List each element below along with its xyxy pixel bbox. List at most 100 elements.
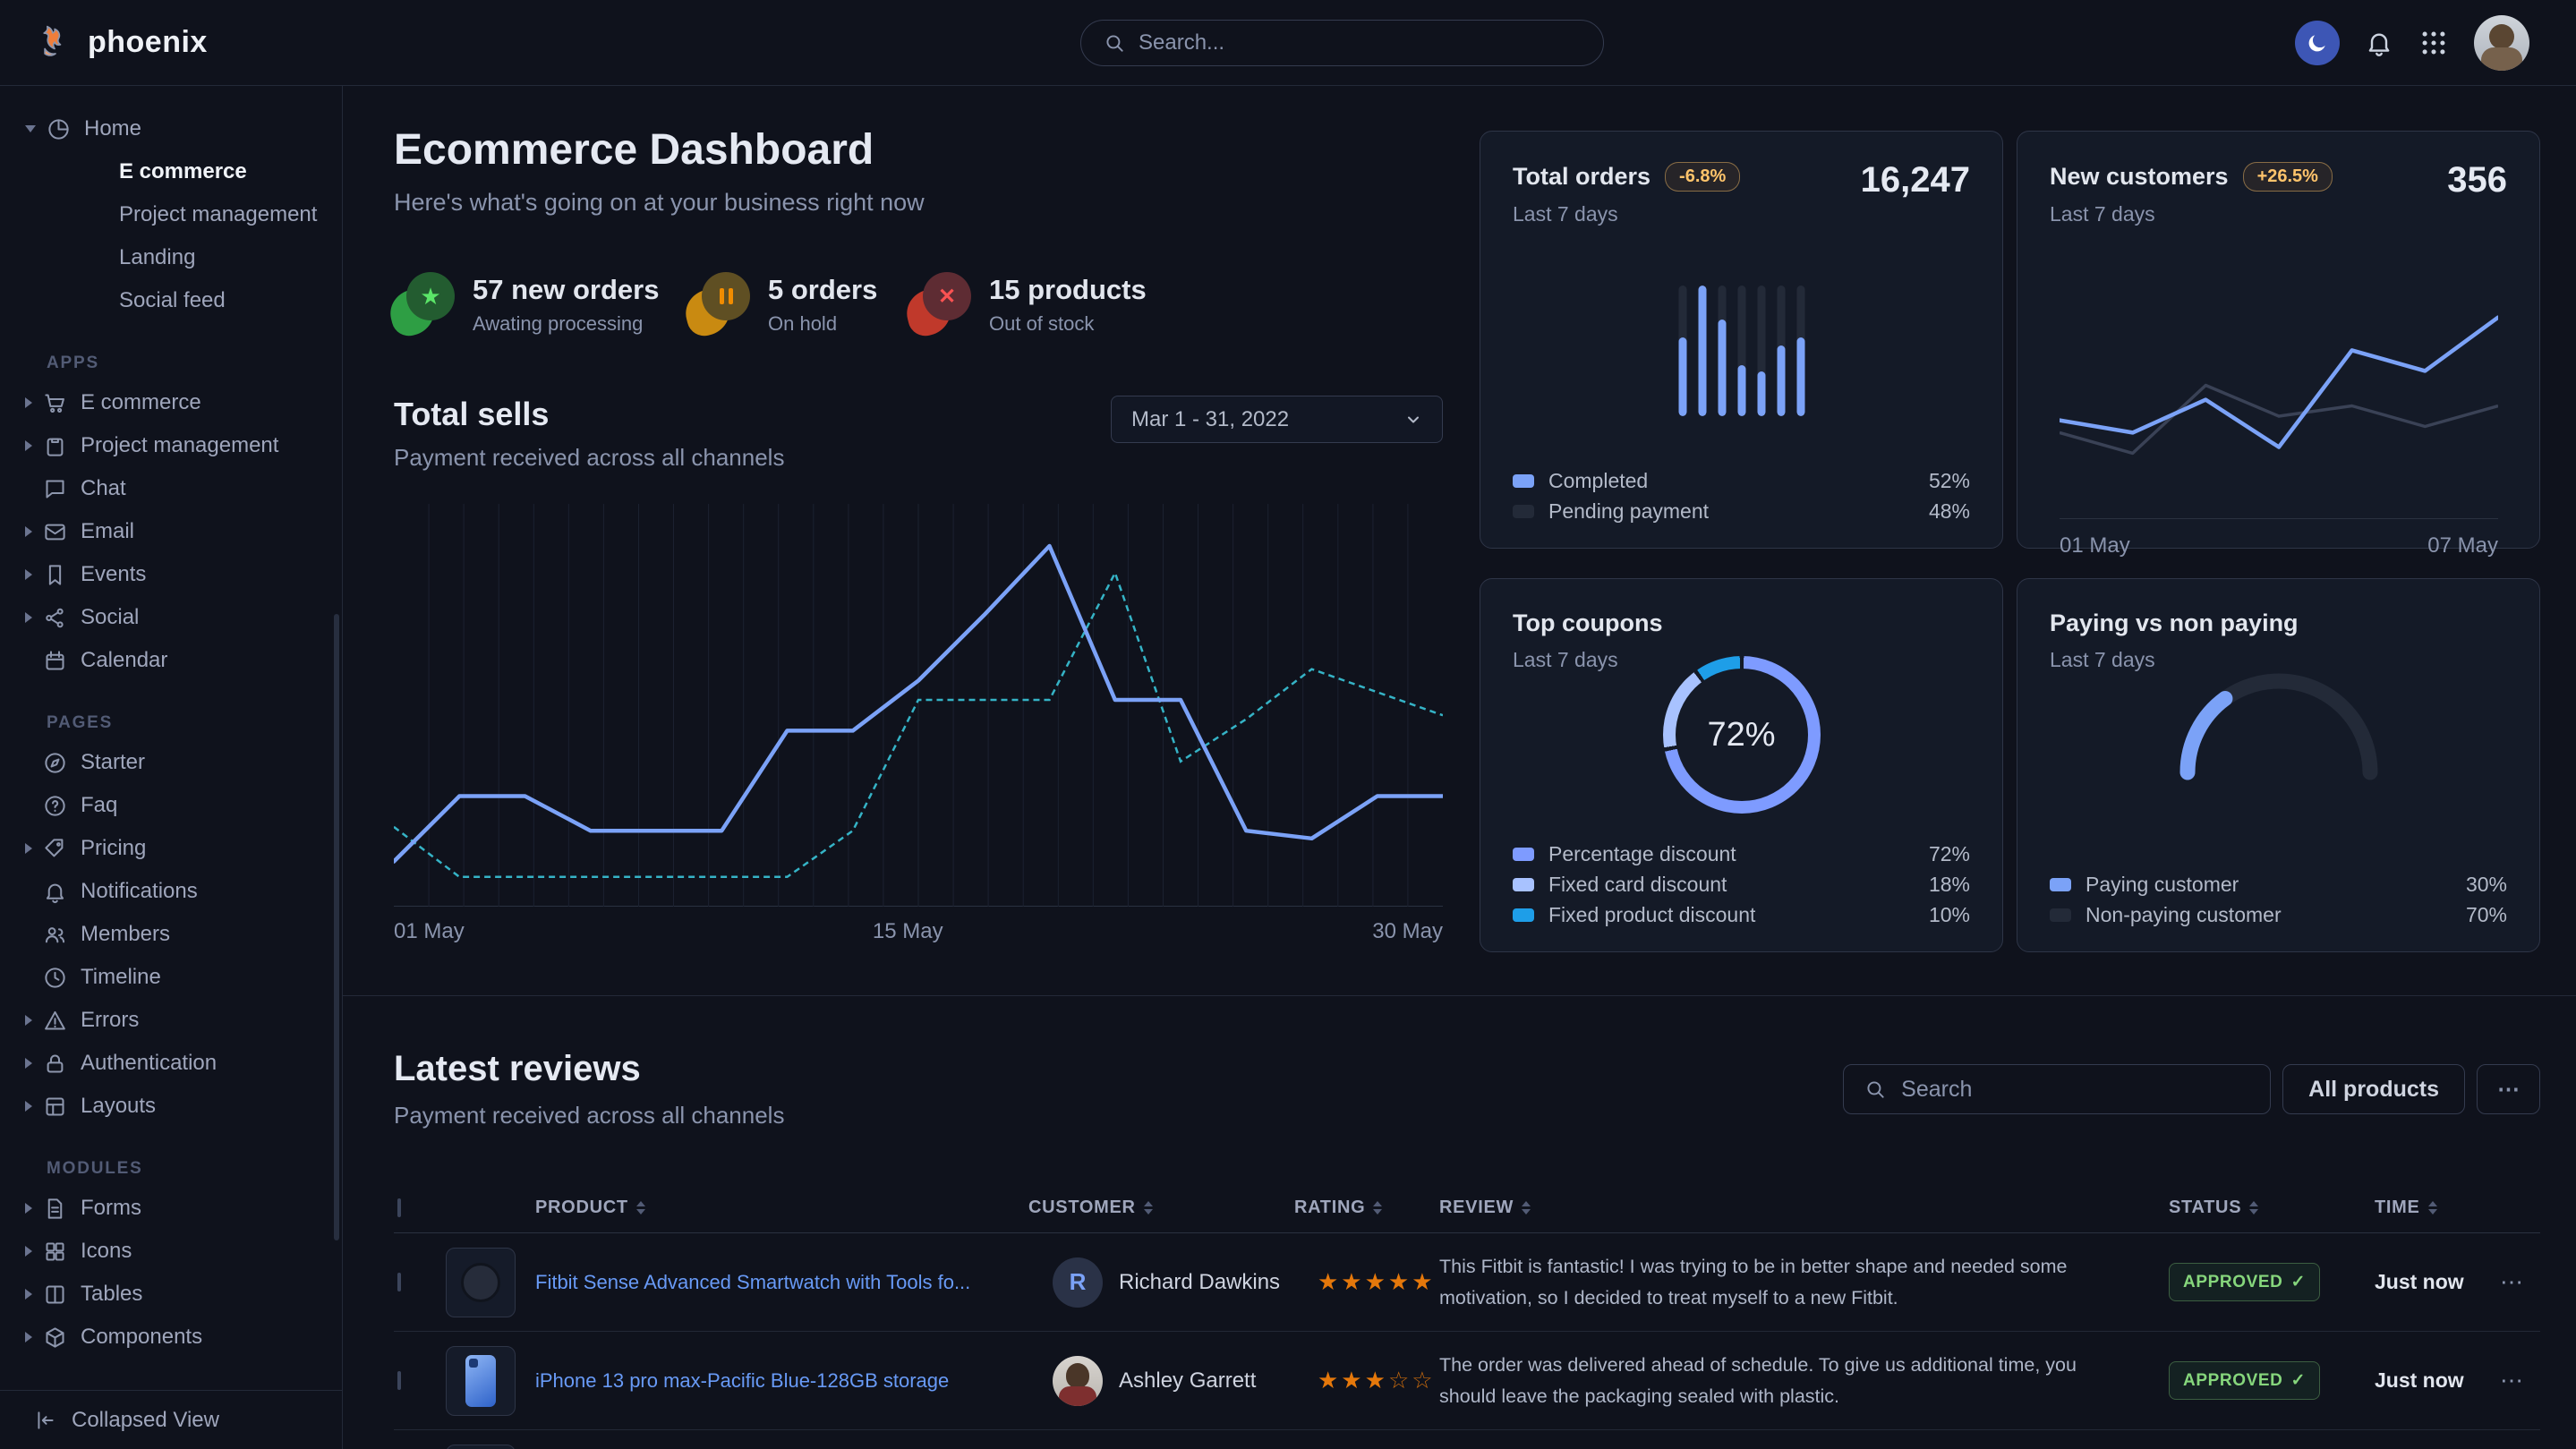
table-icon [43,1283,67,1307]
review-text: The order was delivered ahead of schedul… [1439,1350,2169,1411]
sidebar-item-errors[interactable]: Errors [0,999,342,1042]
check-icon: ✓ [2290,1272,2306,1292]
sidebar-item-calendar[interactable]: Calendar [0,639,342,682]
legend-row: Fixed card discount 18% [1513,869,1970,899]
legend-swatch [1513,474,1534,488]
paying-card: Paying vs non paying Last 7 days Paying … [2017,578,2540,952]
orders-bar-chart [1678,286,1804,416]
reviews-search-input[interactable] [1901,1077,2250,1103]
column-header-status[interactable]: STATUS [2169,1198,2375,1218]
sidebar-item-forms[interactable]: Forms [0,1187,342,1230]
customer-avatar[interactable]: R [1053,1257,1103,1308]
legend-swatch [1513,878,1534,891]
sidebar-item-events[interactable]: Events [0,553,342,596]
status-badge: APPROVED✓ [2169,1361,2320,1400]
legend-label: Paying customer [2086,873,2239,897]
column-header-rating[interactable]: RATING [1294,1198,1439,1218]
product-thumbnail[interactable] [446,1445,516,1449]
sidebar-item-label: Authentication [81,1051,217,1076]
x-tick: 30 May [1372,919,1443,944]
row-more-button[interactable]: ⋯ [2500,1268,2540,1296]
sidebar-item-ecommerce-app[interactable]: E commerce [0,381,342,424]
date-range-select[interactable]: Mar 1 - 31, 2022 [1111,396,1443,443]
sidebar-item-icons[interactable]: Icons [0,1230,342,1273]
reviews-more-button[interactable]: ⋯ [2477,1064,2540,1114]
sidebar-item-tables[interactable]: Tables [0,1273,342,1316]
all-products-button[interactable]: All products [2282,1064,2465,1114]
legend-label: Fixed card discount [1548,873,1727,897]
sidebar-item-authentication[interactable]: Authentication [0,1042,342,1085]
legend-value: 10% [1929,903,1970,927]
sidebar-item-timeline[interactable]: Timeline [0,956,342,999]
warning-icon [43,1009,67,1033]
total-orders-card: Total orders -6.8% Last 7 days 16,247 Co… [1480,131,2003,549]
column-header-time[interactable]: TIME [2375,1198,2500,1218]
sidebar-item-faq[interactable]: Faq [0,784,342,827]
brand[interactable]: phoenix [36,23,208,63]
theme-toggle-button[interactable] [2295,21,2340,65]
product-link[interactable]: Fitbit Sense Advanced Smartwatch with To… [535,1271,997,1293]
stat-label: Out of stock [989,312,1147,336]
sidebar-item-email[interactable]: Email [0,510,342,553]
grid-icon [43,1240,67,1264]
select-all-checkbox[interactable] [397,1198,401,1217]
sidebar-item-ecommerce-dashboard[interactable]: E commerce [0,150,342,193]
x-tick: 01 May [394,919,465,943]
column-header-product[interactable]: PRODUCT [535,1198,1028,1218]
user-avatar[interactable] [2474,15,2529,71]
review-time: Just now [2375,1368,2500,1393]
donut-center-label: 72% [1707,716,1775,754]
sidebar-scrollbar[interactable] [334,614,339,1240]
stat-label: Awating processing [473,312,659,336]
sidebar-item-landing[interactable]: Landing [0,236,342,279]
row-checkbox[interactable] [397,1371,401,1390]
column-header-customer[interactable]: CUSTOMER [1028,1198,1294,1218]
total-sells-x-axis: 01 May 15 May 30 May [394,919,1443,948]
sidebar-item-members[interactable]: Members [0,913,342,956]
notifications-bell-icon[interactable] [2365,29,2393,57]
chevron-right-icon [25,397,32,408]
legend-row: Paying customer 30% [2050,869,2507,899]
moon-icon [2306,31,2329,55]
customer-avatar[interactable] [1053,1356,1103,1406]
sidebar-section-apps: APPS [0,345,342,381]
top-coupons-card: Top coupons Last 7 days 72% Percentage d… [1480,578,2003,952]
product-link[interactable]: iPhone 13 pro max-Pacific Blue-128GB sto… [535,1369,976,1392]
sidebar-item-layouts[interactable]: Layouts [0,1085,342,1128]
sidebar-item-chat[interactable]: Chat [0,467,342,510]
table-row: iPhone 13 pro max-Pacific Blue-128GB sto… [394,1332,2540,1430]
sidebar-item-social[interactable]: Social [0,596,342,639]
product-thumbnail-iphone[interactable] [446,1346,516,1416]
customer-name: Ashley Garrett [1119,1368,1256,1394]
sidebar-item-project-management-app[interactable]: Project management [0,424,342,467]
x-tick: 01 May [2060,533,2130,558]
search-input[interactable] [1139,30,1582,55]
global-search[interactable] [1080,20,1604,66]
total-sells-subtitle: Payment received across all channels [394,444,784,472]
column-header-review[interactable]: REVIEW [1439,1198,2169,1218]
row-checkbox[interactable] [397,1273,401,1291]
sidebar-item-starter[interactable]: Starter [0,741,342,784]
sidebar-item-label: Errors [81,1008,139,1033]
sidebar-item-notifications[interactable]: Notifications [0,870,342,913]
product-thumbnail-smartwatch[interactable] [446,1248,516,1317]
sidebar-item-pricing[interactable]: Pricing [0,827,342,870]
legend-label: Non-paying customer [2086,903,2282,927]
sidebar-item-components[interactable]: Components [0,1316,342,1359]
customer-name: Richard Dawkins [1119,1270,1280,1295]
new-customers-x-axis: 01 May 07 May [2060,518,2498,558]
collapse-view-button[interactable]: Collapsed View [0,1390,342,1449]
row-more-button[interactable]: ⋯ [2500,1367,2540,1394]
sidebar-item-label: Pricing [81,836,146,861]
sidebar-item-social-feed[interactable]: Social feed [0,279,342,322]
total-sells-chart [394,504,1443,907]
legend-swatch [1513,505,1534,518]
reviews-search[interactable] [1843,1064,2271,1114]
legend-value: 70% [2466,903,2507,927]
legend-row: Percentage discount 72% [1513,839,1970,869]
sidebar-item-project-management-dashboard[interactable]: Project management [0,193,342,236]
paying-legend: Paying customer 30% Non-paying customer … [2050,869,2507,930]
sidebar-item-label: Tables [81,1282,142,1307]
sidebar-item-home[interactable]: Home [0,107,342,150]
apps-grid-icon[interactable] [2418,28,2449,58]
